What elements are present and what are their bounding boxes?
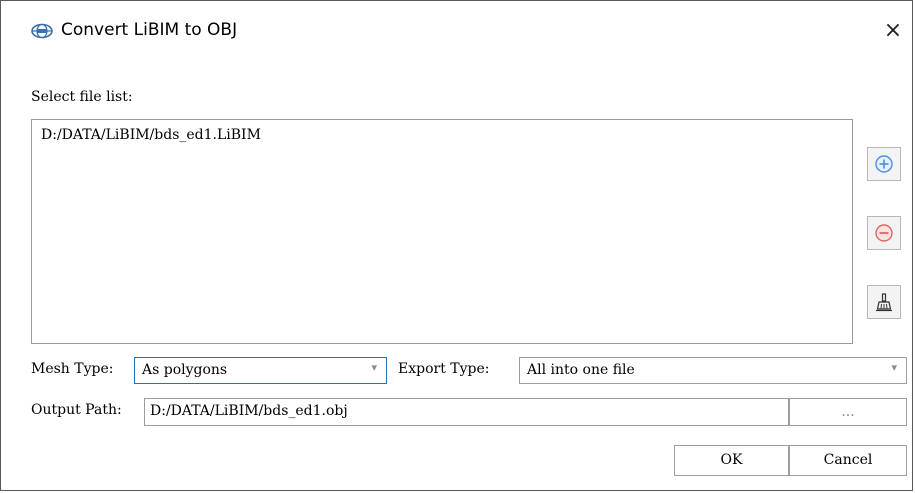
clear-list-button[interactable] bbox=[867, 285, 901, 319]
chevron-down-icon: ▾ bbox=[891, 361, 897, 374]
file-list-label: Select file list: bbox=[31, 89, 133, 105]
file-listbox[interactable]: D:/DATA/LiBIM/bds_ed1.LiBIM bbox=[31, 119, 853, 344]
dialog-title: Convert LiBIM to OBJ bbox=[61, 20, 238, 40]
title-bar: Convert LiBIM to OBJ × bbox=[1, 1, 912, 61]
close-button[interactable]: × bbox=[880, 17, 906, 45]
cancel-button[interactable]: Cancel bbox=[789, 445, 907, 476]
export-type-value: All into one file bbox=[527, 362, 635, 378]
remove-file-button[interactable] bbox=[867, 216, 901, 250]
mesh-type-select[interactable]: As polygons ▾ bbox=[134, 357, 387, 384]
output-path-field[interactable]: D:/DATA/LiBIM/bds_ed1.obj bbox=[144, 398, 789, 426]
output-path-label: Output Path: bbox=[31, 402, 122, 418]
browse-button[interactable]: ... bbox=[789, 398, 907, 426]
output-path-value: D:/DATA/LiBIM/bds_ed1.obj bbox=[150, 403, 348, 419]
ok-button[interactable]: OK bbox=[674, 445, 789, 476]
app-logo-icon bbox=[31, 23, 53, 39]
add-file-button[interactable] bbox=[867, 147, 901, 181]
mesh-type-value: As polygons bbox=[142, 362, 228, 378]
export-type-label: Export Type: bbox=[398, 361, 490, 377]
mesh-type-label: Mesh Type: bbox=[31, 361, 114, 377]
chevron-down-icon: ▾ bbox=[371, 361, 377, 374]
convert-dialog: Convert LiBIM to OBJ × Select file list:… bbox=[0, 0, 913, 491]
list-item[interactable]: D:/DATA/LiBIM/bds_ed1.LiBIM bbox=[41, 127, 261, 143]
export-type-select[interactable]: All into one file ▾ bbox=[519, 357, 907, 384]
